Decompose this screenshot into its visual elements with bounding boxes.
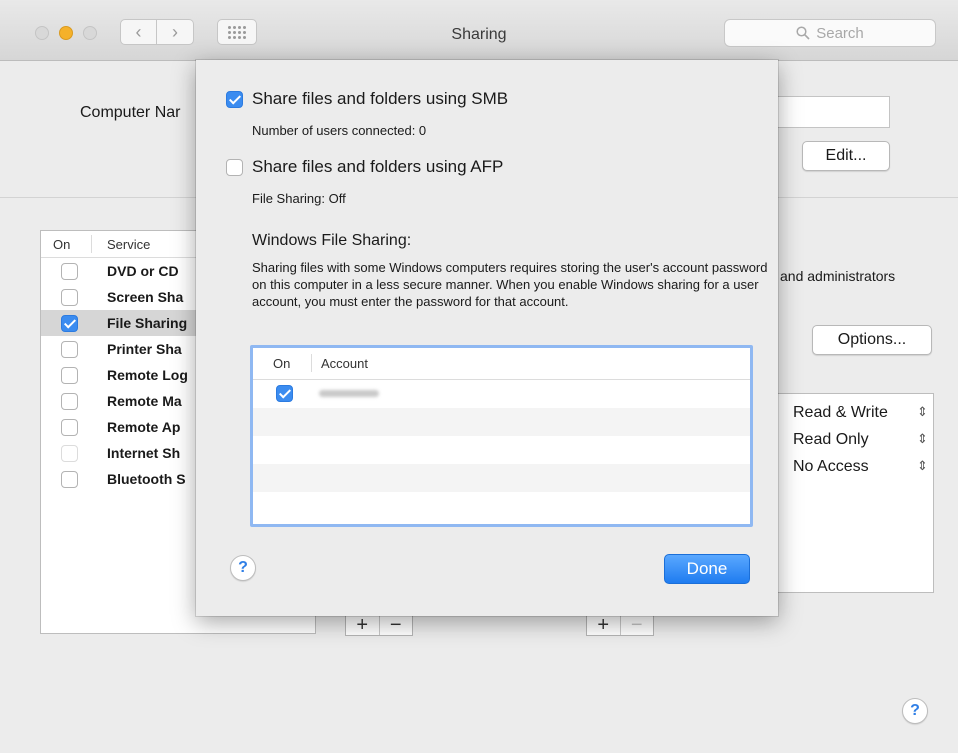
on-column-header: On xyxy=(53,237,71,252)
permission-no-access[interactable]: No Access xyxy=(793,458,869,476)
service-checkbox[interactable] xyxy=(61,445,78,462)
remove-user-button[interactable]: − xyxy=(619,614,654,636)
search-icon xyxy=(796,26,810,40)
service-column-header: Service xyxy=(107,237,151,252)
service-label: Screen Sha xyxy=(107,289,184,305)
service-checkbox[interactable] xyxy=(61,289,78,306)
service-checkbox[interactable] xyxy=(61,419,78,436)
updown-arrows-icon[interactable]: ⇕ xyxy=(917,458,928,474)
add-folder-button[interactable]: + xyxy=(346,614,379,636)
computer-name-field[interactable] xyxy=(760,96,890,128)
remove-folder-button[interactable]: − xyxy=(378,614,413,636)
empty-row xyxy=(253,492,750,520)
accounts-table[interactable]: On Account xyxy=(250,345,753,527)
service-label: Printer Sha xyxy=(107,341,182,357)
on-column-header: On xyxy=(273,356,291,371)
sheet-help-button[interactable]: ? xyxy=(230,555,256,581)
service-checkbox[interactable] xyxy=(61,471,78,488)
smb-checkbox[interactable] xyxy=(226,91,243,108)
account-name-redacted xyxy=(319,390,379,397)
service-checkbox[interactable] xyxy=(61,393,78,410)
add-user-button[interactable]: + xyxy=(587,614,620,636)
search-field[interactable]: Search xyxy=(724,19,936,47)
service-label: DVD or CD xyxy=(107,263,179,279)
account-row[interactable] xyxy=(253,380,750,408)
users-add-remove: + − xyxy=(586,614,654,636)
service-label: Remote Ap xyxy=(107,419,181,435)
column-divider xyxy=(91,235,92,253)
options-button[interactable]: Options... xyxy=(812,325,932,355)
shared-folders-add-remove: + − xyxy=(345,614,413,636)
afp-label: Share files and folders using AFP xyxy=(252,157,504,176)
permissions-list[interactable]: Read & Write ⇕ Read Only ⇕ No Access ⇕ xyxy=(776,393,934,593)
pane-help-button[interactable]: ? xyxy=(902,698,928,724)
done-button[interactable]: Done xyxy=(664,554,750,584)
permission-read-write[interactable]: Read & Write xyxy=(793,404,888,422)
updown-arrows-icon[interactable]: ⇕ xyxy=(917,431,928,447)
computer-name-label: Computer Nar xyxy=(80,104,181,121)
empty-row xyxy=(253,464,750,492)
service-label: File Sharing xyxy=(107,315,188,331)
accounts-table-header: On Account xyxy=(253,348,750,380)
smb-status: Number of users connected: 0 xyxy=(252,123,427,138)
service-checkbox[interactable] xyxy=(61,341,78,358)
updown-arrows-icon[interactable]: ⇕ xyxy=(917,404,928,420)
permission-read-only[interactable]: Read Only xyxy=(793,431,869,449)
empty-row xyxy=(253,436,750,464)
empty-row xyxy=(253,408,750,436)
edit-button[interactable]: Edit... xyxy=(802,141,890,171)
afp-status: File Sharing: Off xyxy=(252,191,346,206)
service-checkbox[interactable] xyxy=(61,315,78,332)
smb-label: Share files and folders using SMB xyxy=(252,89,509,108)
windows-sharing-heading: Windows File Sharing: xyxy=(252,232,412,249)
column-divider xyxy=(311,354,312,372)
account-checkbox[interactable] xyxy=(276,385,293,402)
service-label: Remote Log xyxy=(107,367,188,383)
account-column-header: Account xyxy=(321,356,368,371)
search-placeholder: Search xyxy=(816,24,864,42)
service-label: Internet Sh xyxy=(107,445,181,461)
file-sharing-options-sheet: Share files and folders using SMB Number… xyxy=(196,60,778,616)
service-checkbox[interactable] xyxy=(61,263,78,280)
admins-text: and administrators xyxy=(780,268,896,284)
service-checkbox[interactable] xyxy=(61,367,78,384)
service-label: Bluetooth S xyxy=(107,471,186,487)
windows-sharing-description: Sharing files with some Windows computer… xyxy=(252,260,768,309)
afp-checkbox[interactable] xyxy=(226,159,243,176)
service-label: Remote Ma xyxy=(107,393,182,409)
